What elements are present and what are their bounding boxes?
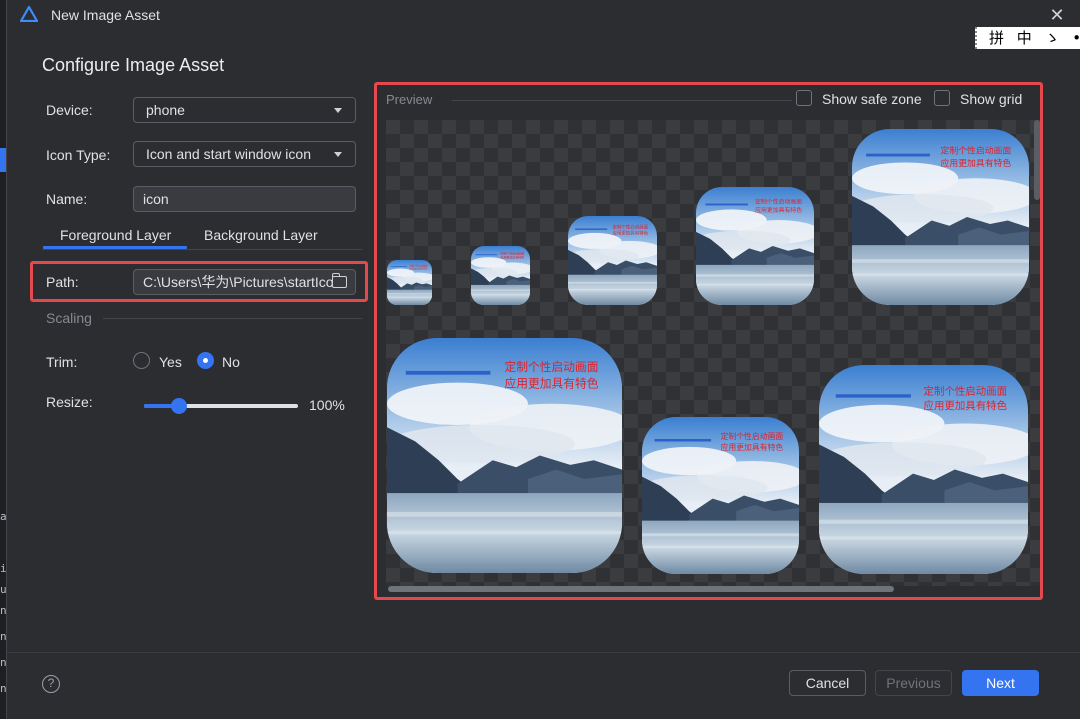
previous-button[interactable]: Previous: [875, 670, 952, 696]
preview-icon-8: 定制个性启动画面 应用更加具有特色: [819, 365, 1028, 574]
icon-type-label: Icon Type:: [46, 147, 111, 163]
ide-code-fragment: i: [0, 562, 7, 575]
name-input[interactable]: icon: [133, 186, 356, 212]
path-label: Path:: [46, 274, 79, 290]
svg-text:定制个性启动画面: 定制个性启动画面: [721, 431, 784, 441]
help-icon[interactable]: ?: [42, 675, 60, 693]
close-button[interactable]: ✕: [1047, 5, 1067, 25]
ime-toolbar[interactable]: 拼 中 ゝ •,⚙: [975, 27, 1080, 49]
preview-icon-7: 定制个性启动画面 应用更加具有特色: [642, 417, 799, 574]
chevron-down-icon: [334, 108, 342, 113]
footer-divider: [7, 652, 1080, 653]
svg-text:应用更加具有特色: 应用更加具有特色: [721, 442, 784, 452]
svg-text:定制个性启动画面: 定制个性启动画面: [505, 360, 599, 374]
preview-icon-3: 定制个性启动画面 应用更加具有特色: [568, 216, 657, 305]
trim-label: Trim:: [46, 354, 78, 370]
resize-value: 100%: [309, 397, 345, 413]
svg-text:定制个性启动画面: 定制个性启动画面: [501, 250, 525, 255]
trim-yes-radio[interactable]: [133, 352, 150, 369]
folder-icon[interactable]: [331, 273, 347, 288]
resize-slider-thumb[interactable]: [171, 398, 187, 414]
selected-tab-indicator: [43, 246, 187, 249]
app-logo-icon: [20, 6, 38, 22]
ide-code-fragment: n: [0, 604, 7, 617]
path-input[interactable]: C:\Users\华为\Pictures\startIco: [133, 269, 356, 295]
svg-text:应用更加具有特色: 应用更加具有特色: [501, 254, 525, 259]
svg-text:应用更加具有特色: 应用更加具有特色: [505, 376, 599, 390]
preview-divider: [452, 100, 792, 101]
tabs-divider: [42, 249, 362, 250]
tab-background-layer[interactable]: Background Layer: [204, 227, 318, 243]
preview-icon-6: 定制个性启动画面 应用更加具有特色: [387, 338, 622, 573]
device-label: Device:: [46, 102, 93, 118]
preview-canvas: 定制个性启动画面 应用更加具有特色 定制个性启动画面 应用更加具有特色 定制个性…: [386, 120, 1040, 586]
icon-type-value: Icon and start window icon: [146, 146, 311, 162]
name-label: Name:: [46, 191, 88, 207]
preview-horizontal-scrollbar[interactable]: [388, 586, 894, 592]
show-grid-label: Show grid: [960, 91, 1023, 107]
svg-text:定制个性启动画面: 定制个性启动画面: [924, 384, 1008, 397]
svg-text:应用更加具有特色: 应用更加具有特色: [755, 206, 802, 214]
path-value: C:\Users\华为\Pictures\startIco: [143, 274, 334, 290]
ide-code-fragment: n: [0, 630, 7, 643]
ide-code-fragment: n: [0, 656, 7, 669]
preview-vertical-scrollbar[interactable]: [1034, 120, 1040, 200]
scaling-section-label: Scaling: [46, 310, 92, 326]
window-title: New Image Asset: [51, 7, 160, 23]
ide-code-fragment: n: [0, 682, 7, 695]
cancel-button[interactable]: Cancel: [789, 670, 866, 696]
show-safe-zone-label: Show safe zone: [822, 91, 922, 107]
preview-label: Preview: [386, 92, 433, 107]
svg-text:定制个性启动画面: 定制个性启动画面: [410, 263, 429, 267]
icon-type-dropdown[interactable]: Icon and start window icon: [133, 141, 356, 167]
title-bar: New Image Asset ✕: [7, 0, 1080, 30]
ide-code-fragment: u: [0, 583, 7, 596]
chevron-down-icon: [334, 152, 342, 157]
preview-icon-4: 定制个性启动画面 应用更加具有特色: [696, 187, 814, 305]
preview-icon-1: 定制个性启动画面 应用更加具有特色: [387, 260, 432, 305]
trim-yes-label: Yes: [159, 354, 182, 370]
scaling-divider: [103, 318, 362, 319]
show-grid-checkbox[interactable]: [934, 90, 950, 106]
svg-text:应用更加具有特色: 应用更加具有特色: [924, 399, 1008, 412]
tab-foreground-layer[interactable]: Foreground Layer: [60, 227, 171, 243]
trim-no-radio[interactable]: [197, 352, 214, 369]
svg-text:定制个性启动画面: 定制个性启动画面: [941, 145, 1012, 157]
device-value: phone: [146, 102, 185, 118]
device-dropdown[interactable]: phone: [133, 97, 356, 123]
show-safe-zone-checkbox[interactable]: [796, 90, 812, 106]
new-image-asset-dialog: New Image Asset ✕ Configure Image Asset …: [6, 0, 1080, 719]
svg-text:应用更加具有特色: 应用更加具有特色: [410, 266, 429, 270]
svg-text:应用更加具有特色: 应用更加具有特色: [941, 157, 1012, 169]
trim-no-label: No: [222, 354, 240, 370]
next-button[interactable]: Next: [962, 670, 1039, 696]
preview-icon-2: 定制个性启动画面 应用更加具有特色: [471, 246, 530, 305]
page-title: Configure Image Asset: [42, 55, 225, 75]
preview-icon-5: 定制个性启动画面 应用更加具有特色: [852, 129, 1029, 305]
svg-text:定制个性启动画面: 定制个性启动画面: [755, 198, 802, 206]
ide-code-fragment: a: [0, 510, 7, 523]
resize-label: Resize:: [46, 394, 93, 410]
resize-slider-track[interactable]: [144, 404, 298, 408]
